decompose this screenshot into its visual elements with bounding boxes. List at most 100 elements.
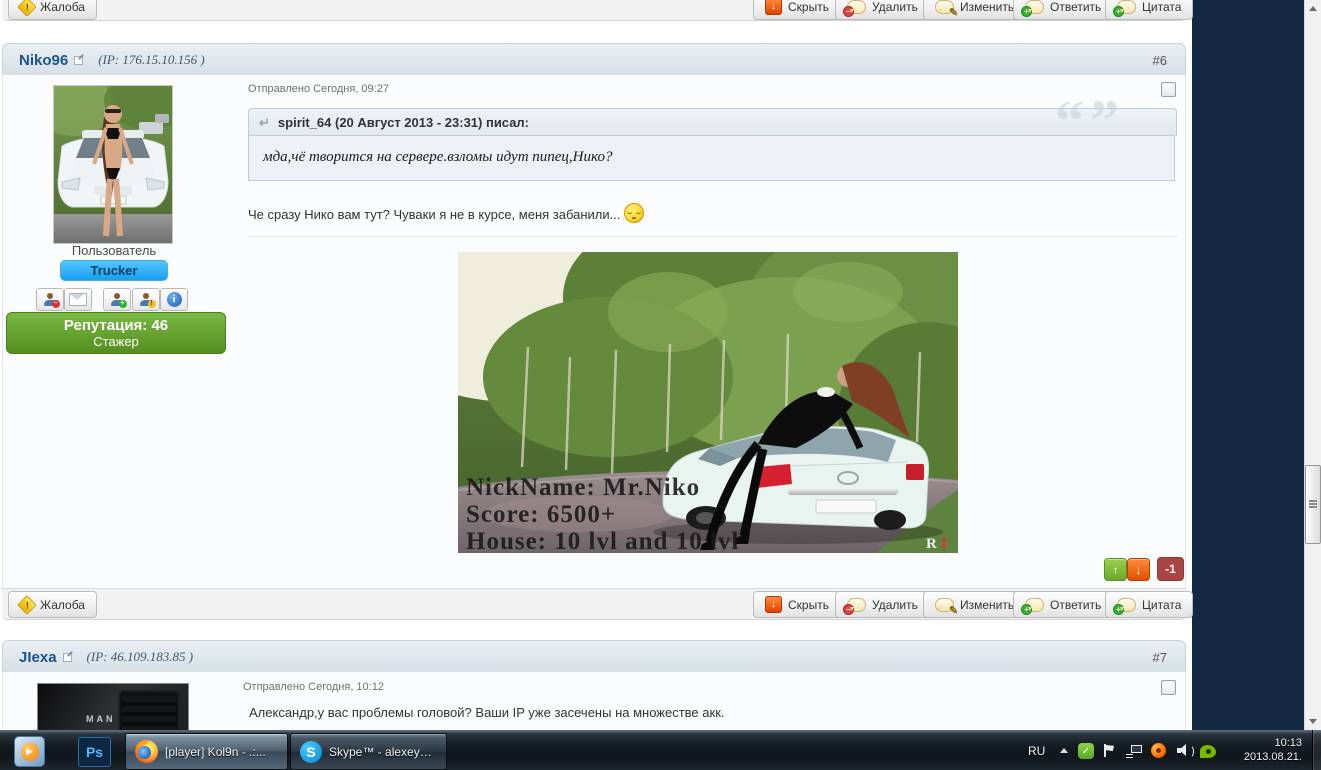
reply-label: Ответить: [1050, 597, 1102, 612]
photoshop-taskbar-icon[interactable]: Ps: [78, 737, 111, 767]
hide-button-bottom[interactable]: ↓ Скрыть: [753, 591, 841, 618]
plus-icon: +: [1113, 603, 1124, 615]
delete-label: Удалить: [872, 0, 918, 14]
page-background-strip: [1192, 0, 1304, 730]
vote-up-button[interactable]: ↑: [1104, 558, 1127, 581]
reply-button-bottom[interactable]: + Ответить: [1013, 591, 1114, 618]
reply-button-top[interactable]: + Ответить: [1013, 0, 1114, 20]
delete-button-top[interactable]: − Удалить: [835, 0, 930, 20]
edit-button-bottom[interactable]: ✎ Изменить: [923, 591, 1027, 618]
user-plus-icon: +: [110, 293, 127, 308]
language-indicator[interactable]: RU: [1028, 744, 1045, 758]
post2-timestamp: Отправлено Сегодня, 10:12: [243, 681, 384, 693]
plus-icon: +: [1021, 603, 1032, 615]
post1-timestamp: Отправлено Сегодня, 09:27: [248, 83, 389, 95]
edit-label: Изменить: [960, 0, 1015, 14]
minus-icon: −: [843, 603, 854, 615]
scroll-up-icon: [1309, 6, 1317, 11]
quote-button-top[interactable]: + Цитата: [1105, 0, 1194, 20]
external-link-icon[interactable]: [74, 55, 84, 65]
post5-footer-strip: ! Жалоба ↓ Скрыть − Удалить ✎ Изменить +…: [2, 0, 1194, 21]
post1-signature-image: NickName: Mr.Niko Score: 6500+ House: 10…: [458, 252, 958, 553]
network-tray-icon[interactable]: [1126, 745, 1142, 758]
warn-user-button[interactable]: !: [132, 288, 160, 311]
clock-date: 2013.08.21.: [1243, 751, 1302, 763]
photoshop-label: Ps: [85, 744, 104, 760]
plus-icon: +: [1021, 5, 1032, 17]
browser-scrollbar[interactable]: [1304, 0, 1321, 730]
post1-message: Че сразу Нико вам тут? Чуваки я не в кур…: [248, 203, 645, 223]
post1-footer-strip: ! Жалоба ↓ Скрыть − Удалить ✎ Изменить +…: [2, 588, 1194, 620]
post1-number: #6: [1152, 52, 1167, 68]
pencil-icon: ✎: [949, 6, 959, 19]
post1-group-label: Пользователь: [71, 243, 157, 258]
quote-label: Цитата: [1142, 0, 1182, 14]
action-center-flag-icon[interactable]: [1103, 744, 1116, 758]
user-info-button[interactable]: i: [160, 288, 188, 311]
taskbar-clock[interactable]: 10:13 2013.08.21.: [1232, 736, 1302, 764]
quote-bubble-icon: +: [1113, 597, 1136, 615]
delete-button-bottom[interactable]: − Удалить: [835, 591, 930, 618]
play-icon: ▶: [20, 742, 39, 761]
post2-header: JIexa (IP: 46.109.183.85 ) #7: [2, 640, 1186, 674]
show-hidden-icons-button[interactable]: [1060, 748, 1068, 753]
post1-ip: (IP: 176.15.10.156 ): [98, 52, 205, 67]
firefox-window-button[interactable]: [player] Kol9n - .:...: [125, 733, 288, 770]
reputation-rank: Стажер: [93, 334, 139, 349]
scrollbar-up-button[interactable]: [1305, 0, 1321, 17]
firefox-window-title: [player] Kol9n - .:...: [165, 744, 266, 759]
skype-tray-icon[interactable]: ✓: [1078, 743, 1094, 759]
user-warn-icon: !: [139, 293, 156, 308]
edit-bubble-icon: ✎: [935, 597, 958, 616]
delete-bubble-icon: −: [843, 0, 866, 17]
scrollbar-down-button[interactable]: [1305, 713, 1321, 730]
windows-taskbar: ▶ Ps [player] Kol9n - .:... S Skype™ - a…: [0, 730, 1321, 770]
post2-select-checkbox[interactable]: [1161, 680, 1176, 695]
remove-friend-button[interactable]: −: [36, 288, 64, 311]
down-arrow-icon: ↓: [1135, 562, 1142, 577]
quote-body: мда,чё творится на сервере.взломы идут п…: [248, 135, 1175, 181]
post2-message: Александр,у вас проблемы головой? Ваши I…: [249, 705, 725, 720]
report-button-top[interactable]: ! Жалоба: [8, 0, 97, 20]
signature-divider: [248, 236, 1177, 237]
hide-label: Скрыть: [788, 0, 829, 14]
edit-button-top[interactable]: ✎ Изменить: [923, 0, 1027, 20]
orange-app-tray-icon[interactable]: [1151, 743, 1166, 758]
pencil-icon: ✎: [949, 604, 959, 617]
post2-number: #7: [1152, 649, 1167, 665]
truck-brand-label: MAN: [86, 714, 116, 724]
minus-icon: −: [843, 5, 854, 17]
report-button-bottom[interactable]: ! Жалоба: [8, 591, 97, 618]
quote-button-bottom[interactable]: + Цитата: [1105, 591, 1194, 618]
hide-button-top[interactable]: ↓ Скрыть: [753, 0, 841, 20]
reply-arrow-icon: ↵: [259, 114, 270, 130]
signature-line-2: Score: 6500+: [466, 501, 616, 528]
up-arrow-icon: ↑: [1112, 562, 1119, 577]
warning-icon: !: [17, 0, 37, 17]
show-desktop-button[interactable]: [1312, 730, 1321, 770]
mail-icon: [69, 293, 87, 306]
nvidia-tray-icon[interactable]: [1200, 745, 1216, 758]
post1-avatar[interactable]: [53, 85, 173, 244]
desktop-screen: ! Жалоба ↓ Скрыть − Удалить ✎ Изменить +…: [0, 0, 1321, 770]
external-link-icon[interactable]: [62, 652, 73, 662]
skype-window-button[interactable]: S Skype™ - alexey92...: [290, 733, 447, 770]
volume-tray-icon[interactable]: [1177, 744, 1194, 758]
reputation-score-badge[interactable]: -1: [1157, 557, 1184, 581]
edit-bubble-icon: ✎: [935, 0, 958, 18]
vote-down-button[interactable]: ↓: [1127, 558, 1150, 581]
scrollbar-thumb[interactable]: [1305, 465, 1321, 544]
hide-label: Скрыть: [788, 597, 829, 612]
plus-icon: +: [1113, 5, 1124, 17]
clock-time: 10:13: [1274, 737, 1302, 749]
send-message-button[interactable]: [64, 288, 92, 311]
post2-ip: (IP: 46.109.183.85 ): [86, 649, 194, 664]
media-player-taskbar-icon[interactable]: ▶: [14, 736, 45, 767]
info-icon: i: [166, 292, 182, 307]
add-friend-button[interactable]: +: [103, 288, 131, 311]
post1-header: Niko96 (IP: 176.15.10.156 ) #6: [2, 43, 1186, 77]
user-minus-icon: −: [43, 293, 60, 308]
post1-select-checkbox[interactable]: [1161, 82, 1176, 97]
quote-bubble-icon: +: [1113, 0, 1136, 17]
post2-author: JIexa: [19, 648, 57, 666]
